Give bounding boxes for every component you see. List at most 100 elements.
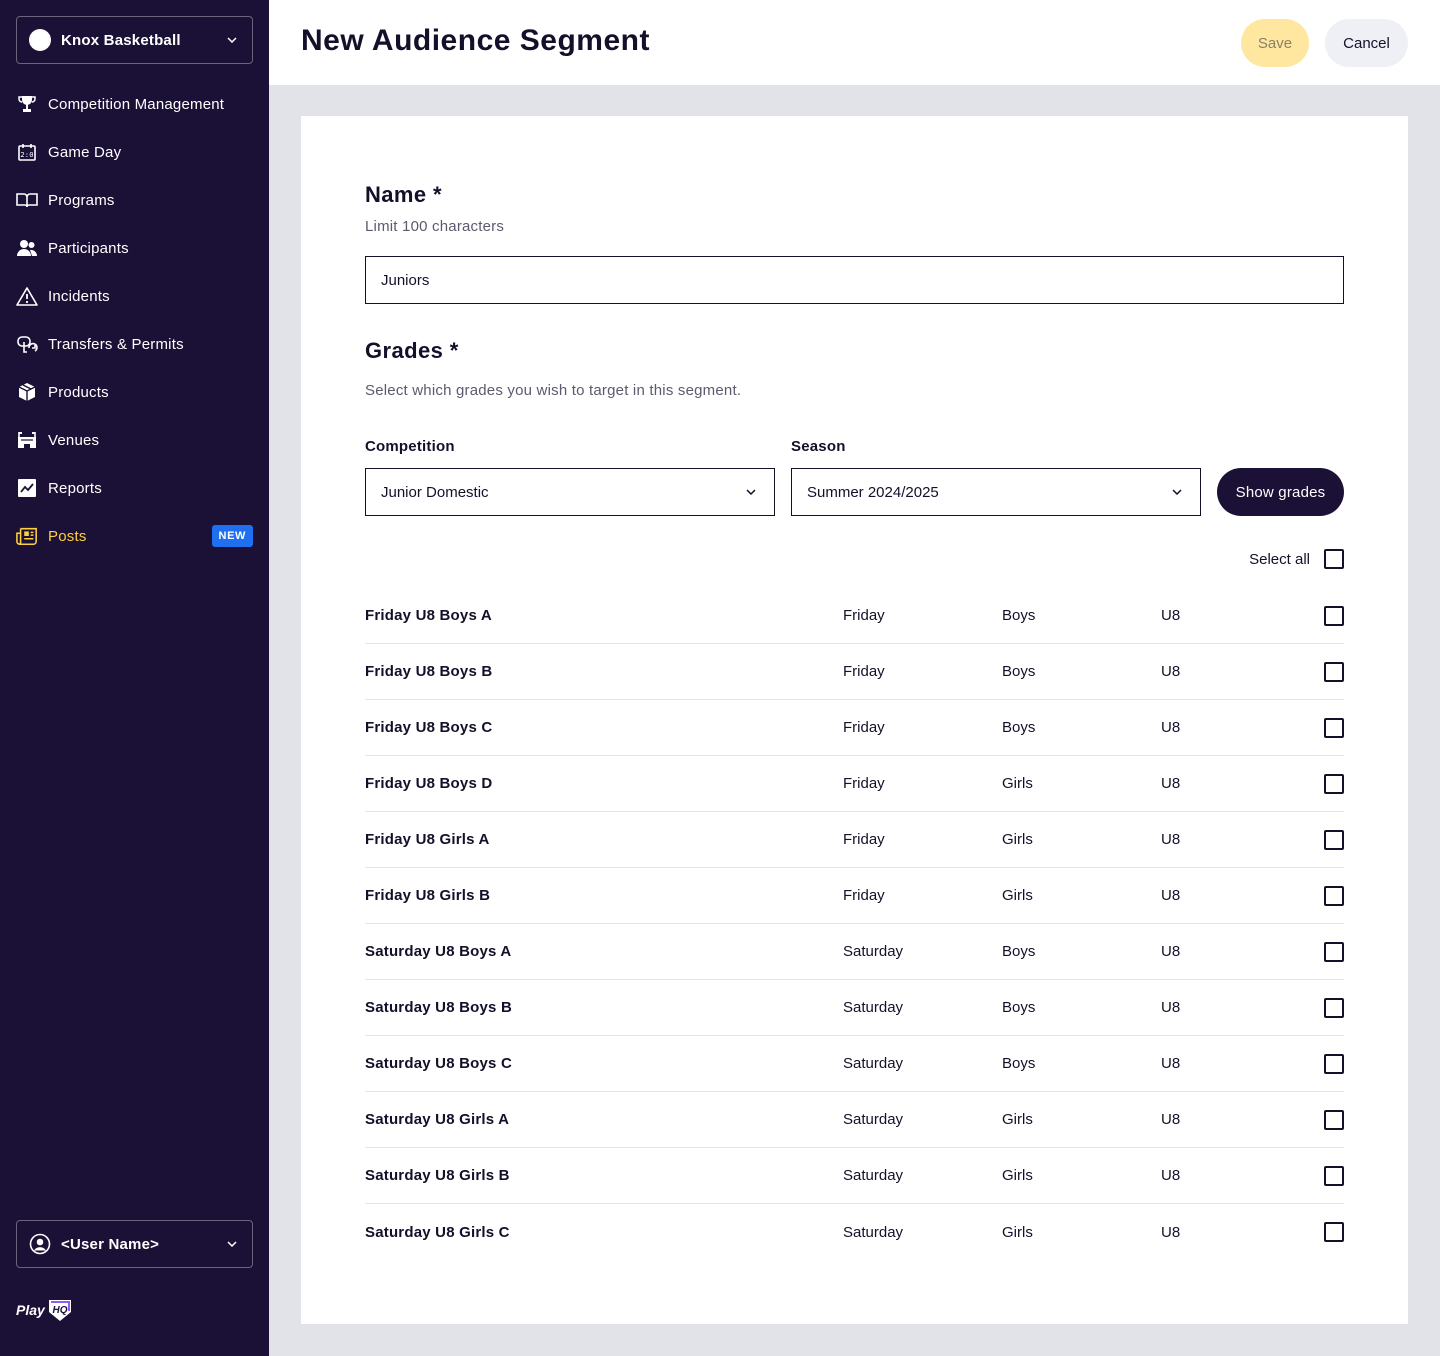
- grade-day: Friday: [843, 663, 885, 680]
- name-section-title: Name *: [365, 182, 442, 207]
- grade-checkbox-cell: [1322, 829, 1344, 850]
- grade-name: Saturday U8 Girls B: [365, 1167, 510, 1184]
- name-input[interactable]: Juniors: [365, 256, 1344, 304]
- grade-checkbox-cell: [1322, 997, 1344, 1018]
- chevron-down-icon: [1169, 484, 1185, 500]
- table-row[interactable]: Friday U8 Boys B Friday Boys U8: [365, 644, 1344, 700]
- grade-checkbox-cell: [1322, 1165, 1344, 1186]
- name-hint: Limit 100 characters: [365, 218, 505, 235]
- grade-age-group: U8: [1161, 607, 1181, 624]
- stadium-icon: [16, 429, 38, 451]
- grade-checkbox[interactable]: [1324, 1109, 1344, 1130]
- grade-checkbox[interactable]: [1324, 717, 1344, 738]
- select-all[interactable]: Select all: [1249, 549, 1344, 569]
- competition-label: Competition: [365, 438, 455, 455]
- sidebar-item-competition-management[interactable]: Competition Management: [0, 80, 269, 128]
- grade-age-group: U8: [1161, 943, 1181, 960]
- sidebar-item-posts[interactable]: Posts NEW: [0, 512, 269, 560]
- table-row[interactable]: Friday U8 Boys A Friday Boys U8: [365, 588, 1344, 644]
- table-row[interactable]: Friday U8 Boys D Friday Girls U8: [365, 756, 1344, 812]
- org-name: Knox Basketball: [61, 31, 181, 49]
- sidebar-item-incidents[interactable]: Incidents: [0, 272, 269, 320]
- season-value: Summer 2024/2025: [807, 483, 939, 501]
- competition-select[interactable]: Junior Domestic: [365, 468, 775, 516]
- season-select[interactable]: Summer 2024/2025: [791, 468, 1201, 516]
- grade-day: Saturday: [843, 1055, 904, 1072]
- grade-name: Friday U8 Girls A: [365, 831, 490, 848]
- grade-day: Saturday: [843, 1223, 904, 1241]
- user-name: <User Name>: [61, 1235, 160, 1253]
- grade-age-group: U8: [1161, 831, 1181, 848]
- user-menu[interactable]: <User Name>: [16, 1220, 253, 1268]
- table-row[interactable]: Saturday U8 Boys C Saturday Boys U8: [365, 1036, 1344, 1092]
- grade-gender: Girls: [1002, 1111, 1033, 1128]
- user-avatar-icon: [29, 1233, 51, 1255]
- grade-day: Saturday: [843, 999, 904, 1016]
- grade-checkbox[interactable]: [1324, 1165, 1344, 1186]
- page-header: New Audience Segment Save Cancel: [269, 0, 1440, 85]
- grade-checkbox[interactable]: [1324, 605, 1344, 626]
- grade-checkbox-cell: [1322, 773, 1344, 794]
- sidebar-item-game-day[interactable]: 2:0 Game Day: [0, 128, 269, 176]
- table-row[interactable]: Saturday U8 Boys A Saturday Boys U8: [365, 924, 1344, 980]
- grade-gender: Boys: [1002, 999, 1036, 1016]
- table-row[interactable]: Friday U8 Girls A Friday Girls U8: [365, 812, 1344, 868]
- grade-day: Friday: [843, 607, 885, 624]
- chart-icon: [16, 477, 38, 499]
- grade-age-group: U8: [1161, 775, 1181, 792]
- segment-form-card: Name * Limit 100 characters Juniors Grad…: [301, 116, 1408, 1324]
- grade-name: Saturday U8 Boys C: [365, 1055, 512, 1072]
- save-button[interactable]: Save: [1241, 19, 1309, 67]
- grade-checkbox[interactable]: [1324, 661, 1344, 682]
- people-icon: [16, 237, 38, 259]
- newspaper-icon: [16, 525, 38, 547]
- sidebar-item-participants[interactable]: Participants: [0, 224, 269, 272]
- grade-day: Friday: [843, 887, 885, 904]
- grade-gender: Boys: [1002, 607, 1036, 624]
- grade-checkbox[interactable]: [1324, 773, 1344, 794]
- select-all-checkbox[interactable]: [1324, 549, 1344, 569]
- table-row[interactable]: Saturday U8 Girls A Saturday Girls U8: [365, 1092, 1344, 1148]
- org-selector[interactable]: Knox Basketball: [16, 16, 253, 64]
- sidebar-item-label: Incidents: [48, 287, 110, 305]
- grade-age-group: U8: [1161, 887, 1181, 904]
- logo-text: Play: [16, 1302, 45, 1318]
- table-row[interactable]: Saturday U8 Girls C Saturday Girls U8: [365, 1204, 1344, 1260]
- sidebar-item-products[interactable]: Products: [0, 368, 269, 416]
- grade-checkbox[interactable]: [1324, 997, 1344, 1018]
- grade-name: Friday U8 Boys B: [365, 663, 493, 680]
- sidebar-item-reports[interactable]: Reports: [0, 464, 269, 512]
- sidebar-item-venues[interactable]: Venues: [0, 416, 269, 464]
- grade-checkbox[interactable]: [1324, 1053, 1344, 1074]
- table-row[interactable]: Friday U8 Boys C Friday Boys U8: [365, 700, 1344, 756]
- grade-gender: Boys: [1002, 719, 1036, 736]
- grades-list: Friday U8 Boys A Friday Boys U8 Friday U8 Bo…: [365, 588, 1344, 1260]
- table-row[interactable]: Friday U8 Girls B Friday Girls U8: [365, 868, 1344, 924]
- sidebar-item-transfers-permits[interactable]: Transfers & Permits: [0, 320, 269, 368]
- grade-checkbox-cell: [1322, 605, 1344, 626]
- sidebar-item-programs[interactable]: Programs: [0, 176, 269, 224]
- grade-name: Saturday U8 Boys A: [365, 943, 512, 960]
- grade-day: Friday: [843, 831, 885, 848]
- svg-text:2:0: 2:0: [20, 151, 33, 159]
- grade-day: Saturday: [843, 1167, 904, 1184]
- show-grades-button[interactable]: Show grades: [1217, 468, 1344, 516]
- grades-section-title: Grades *: [365, 338, 459, 363]
- transfer-icon: [16, 333, 38, 355]
- grade-checkbox[interactable]: [1324, 1222, 1344, 1242]
- grade-checkbox[interactable]: [1324, 885, 1344, 906]
- new-badge: NEW: [211, 525, 253, 547]
- sidebar-item-label: Products: [48, 383, 109, 401]
- grade-checkbox-cell: [1322, 1109, 1344, 1130]
- grade-age-group: U8: [1161, 999, 1181, 1016]
- table-row[interactable]: Saturday U8 Boys B Saturday Boys U8: [365, 980, 1344, 1036]
- grade-checkbox[interactable]: [1324, 941, 1344, 962]
- cancel-button[interactable]: Cancel: [1325, 19, 1408, 67]
- table-row[interactable]: Saturday U8 Girls B Saturday Girls U8: [365, 1148, 1344, 1204]
- grade-age-group: U8: [1161, 1055, 1181, 1072]
- trophy-icon: [16, 93, 38, 115]
- box-icon: [16, 381, 38, 403]
- grade-checkbox[interactable]: [1324, 829, 1344, 850]
- playhq-logo: Play HQ: [16, 1298, 73, 1322]
- chevron-down-icon: [224, 1236, 240, 1252]
